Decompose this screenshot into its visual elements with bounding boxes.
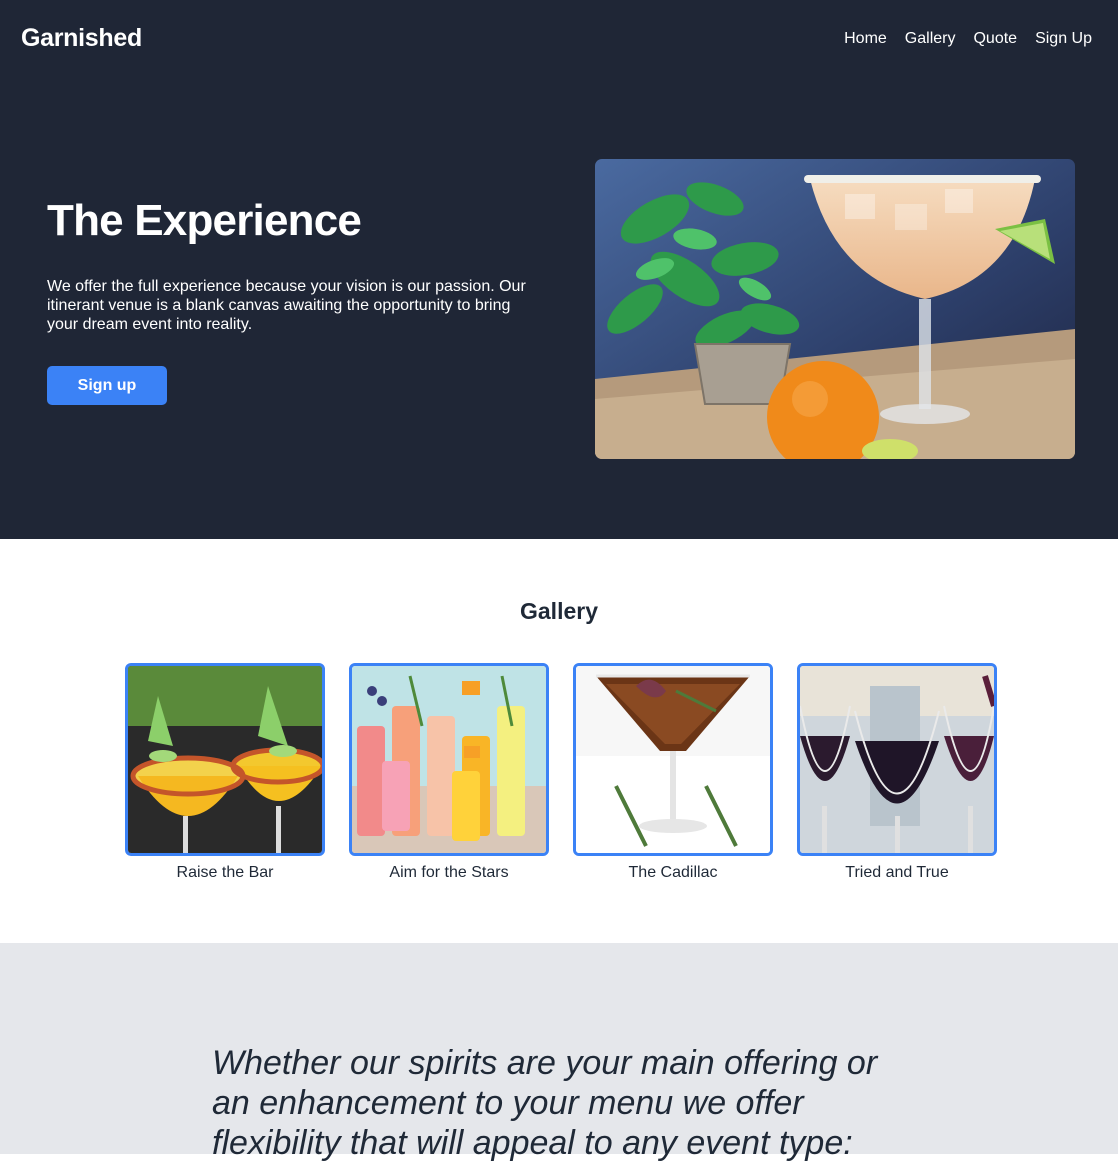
nav-home[interactable]: Home bbox=[844, 30, 887, 48]
nav-quote[interactable]: Quote bbox=[973, 30, 1017, 48]
hero-description: We offer the full experience because you… bbox=[47, 278, 526, 333]
nav-gallery[interactable]: Gallery bbox=[905, 30, 956, 48]
gallery-image-aim-for-the-stars[interactable] bbox=[349, 663, 549, 856]
gallery-grid: Raise the Bar Aim for the Stars The Cadi… bbox=[125, 663, 997, 882]
gallery-image-raise-the-bar[interactable] bbox=[125, 663, 325, 856]
gallery-label: Aim for the Stars bbox=[389, 864, 509, 881]
gallery-image-the-cadillac[interactable] bbox=[573, 663, 773, 856]
gallery-image-tried-and-true[interactable] bbox=[797, 663, 997, 856]
gallery-card: The Cadillac bbox=[573, 663, 773, 882]
gallery-label: The Cadillac bbox=[628, 864, 718, 881]
gallery-card: Raise the Bar bbox=[125, 663, 325, 882]
quote-text: Whether our spirits are your main offeri… bbox=[212, 1044, 878, 1162]
hero-cocktail-image bbox=[595, 159, 1075, 459]
gallery-card: Aim for the Stars bbox=[349, 663, 549, 882]
brand-logo[interactable]: Garnished bbox=[21, 24, 142, 53]
hero-section: Garnished Home Gallery Quote Sign Up The… bbox=[0, 0, 1118, 539]
main-nav: Home Gallery Quote Sign Up bbox=[844, 30, 1092, 48]
nav-sign-up[interactable]: Sign Up bbox=[1035, 30, 1092, 48]
hero-title: The Experience bbox=[47, 196, 362, 245]
quote-section: Whether our spirits are your main offeri… bbox=[0, 943, 1118, 1162]
sign-up-button[interactable]: Sign up bbox=[47, 366, 167, 405]
gallery-title: Gallery bbox=[520, 598, 598, 624]
gallery-label: Tried and True bbox=[845, 864, 949, 881]
gallery-card: Tried and True bbox=[797, 663, 997, 882]
gallery-label: Raise the Bar bbox=[176, 864, 274, 881]
